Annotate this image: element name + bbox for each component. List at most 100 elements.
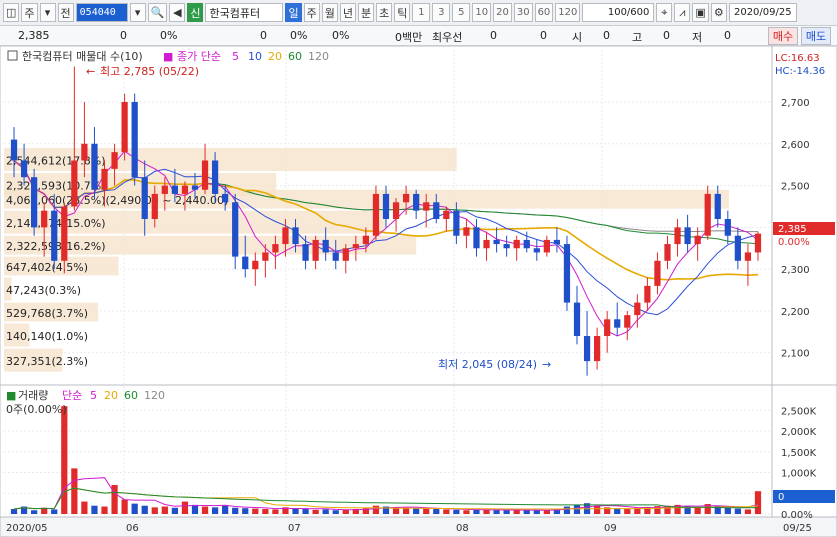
volume-bar [433, 509, 440, 514]
stock-code-input[interactable]: 054040 [75, 3, 128, 22]
open-label: 시 [572, 31, 583, 44]
candle-body [51, 210, 58, 261]
candle-body [151, 193, 158, 219]
settings-icon[interactable]: ⚙ [710, 3, 727, 22]
volume-bar [754, 491, 762, 514]
buy-button[interactable]: 매수 [768, 27, 798, 45]
candle-body [392, 202, 400, 219]
tab-tick[interactable]: 틱 [394, 3, 411, 22]
volume-profile-label: 140,140(1.0%) [6, 330, 88, 343]
high-annotation: 최고 2,785 (05/22) [100, 65, 199, 78]
candle-body [292, 227, 299, 245]
tab-week[interactable]: 주 [303, 3, 320, 22]
volume-tick-label: 2,000K [781, 427, 817, 438]
price-volume-chart[interactable]: 2,544,612(17.8%)4,064,060(28.5%)(2,490.0… [0, 46, 837, 537]
search-icon[interactable]: 🔍 [147, 3, 168, 22]
candle-body [624, 315, 631, 328]
sell-button[interactable]: 매도 [801, 27, 831, 45]
low-value: 0 [724, 29, 731, 42]
indicator-icon[interactable]: ⩘ [674, 3, 691, 22]
candle-body [181, 185, 189, 194]
price-axis [771, 46, 837, 386]
tab-month[interactable]: 월 [321, 3, 338, 22]
interval-30[interactable]: 30 [513, 3, 533, 22]
candle-body [423, 202, 430, 211]
volume-bar [483, 509, 490, 514]
time-tick-label: 2020/05 [6, 523, 48, 534]
candle-body [352, 244, 359, 249]
candle-body [71, 160, 78, 207]
candle-body [473, 227, 480, 249]
stock-name: 한국컴퓨터 [205, 3, 284, 22]
time-tick-label: 06 [126, 523, 139, 534]
volume-bar [151, 507, 158, 514]
candle-body [362, 235, 370, 245]
volume-bar [573, 504, 581, 514]
interval-120[interactable]: 120 [555, 3, 581, 22]
time-tick-label: 09 [604, 523, 617, 534]
chevron-down-icon[interactable]: ▾ [39, 3, 56, 22]
candle-body [41, 210, 48, 228]
tab-minute[interactable]: 분 [357, 3, 375, 22]
candle-body [222, 193, 229, 203]
volume-bar [312, 509, 319, 514]
candle-body [31, 177, 38, 228]
candle-body [594, 336, 601, 362]
volume-bar [322, 509, 329, 514]
volume-bar [443, 509, 450, 514]
candle-body [282, 227, 289, 245]
high-marker-arrow: ← [86, 65, 95, 78]
save-icon[interactable]: ▣ [692, 3, 709, 22]
low-marker-arrow: → [542, 358, 551, 371]
volume-bar [141, 505, 148, 514]
volume-bar [302, 509, 309, 514]
volume-pct: 0% [290, 29, 308, 42]
volume-profile-label: 647,402(4.5%) [6, 261, 88, 274]
volume-value: 0 [260, 29, 267, 42]
prev-button[interactable]: 전 [57, 3, 74, 22]
interval-20[interactable]: 20 [493, 3, 512, 22]
price-change: 0 [120, 29, 127, 42]
volume-legend-title: 거래량 [18, 389, 48, 402]
volume-bar [222, 505, 229, 514]
candle-body [453, 210, 460, 236]
market-select[interactable]: 주 [21, 3, 38, 22]
candle-body [232, 202, 239, 257]
date-input[interactable]: 2020/09/25 [728, 3, 797, 22]
volume-bar [61, 406, 68, 514]
interval-1[interactable]: 1 [412, 3, 431, 22]
candle-body [131, 101, 138, 178]
candle-body [201, 160, 209, 190]
volume-profile-label: 2,322,593(10.7%) [6, 180, 106, 193]
price-tick-label: 2,300 [781, 265, 810, 276]
tab-year[interactable]: 년 [339, 3, 356, 22]
window-icon[interactable]: ◫ [3, 3, 20, 22]
count-input[interactable]: 100/600 [582, 3, 655, 22]
candle-body [302, 244, 309, 261]
volume-bar [81, 501, 88, 514]
chevron-down-icon[interactable]: ▾ [129, 3, 146, 22]
candle-body [191, 185, 199, 190]
candle-body [644, 285, 651, 303]
candle-body [20, 160, 28, 178]
time-tick-label: 07 [288, 523, 301, 534]
interval-3[interactable]: 3 [432, 3, 451, 22]
tab-second[interactable]: 초 [376, 3, 393, 22]
crosshair-icon[interactable]: ⌖ [656, 3, 673, 22]
volume-profile-label: 529,768(3.7%) [6, 307, 88, 320]
candle-body [382, 193, 390, 219]
candle-body [91, 143, 98, 190]
new-badge[interactable]: 신 [187, 3, 204, 22]
volume-bar [624, 508, 631, 514]
interval-10[interactable]: 10 [472, 3, 492, 22]
volume-bar [332, 510, 339, 514]
interval-5[interactable]: 5 [452, 3, 471, 22]
tab-day[interactable]: 일 [285, 3, 302, 22]
candle-body [141, 177, 148, 219]
volume-legend-ma-label: 단순 [62, 389, 82, 402]
volume-bar [242, 508, 249, 514]
low-annotation: 최저 2,045 (08/24) [438, 358, 537, 371]
volume-bar [191, 504, 199, 514]
interval-60[interactable]: 60 [534, 3, 554, 22]
speaker-icon[interactable]: ◀ [169, 3, 186, 22]
